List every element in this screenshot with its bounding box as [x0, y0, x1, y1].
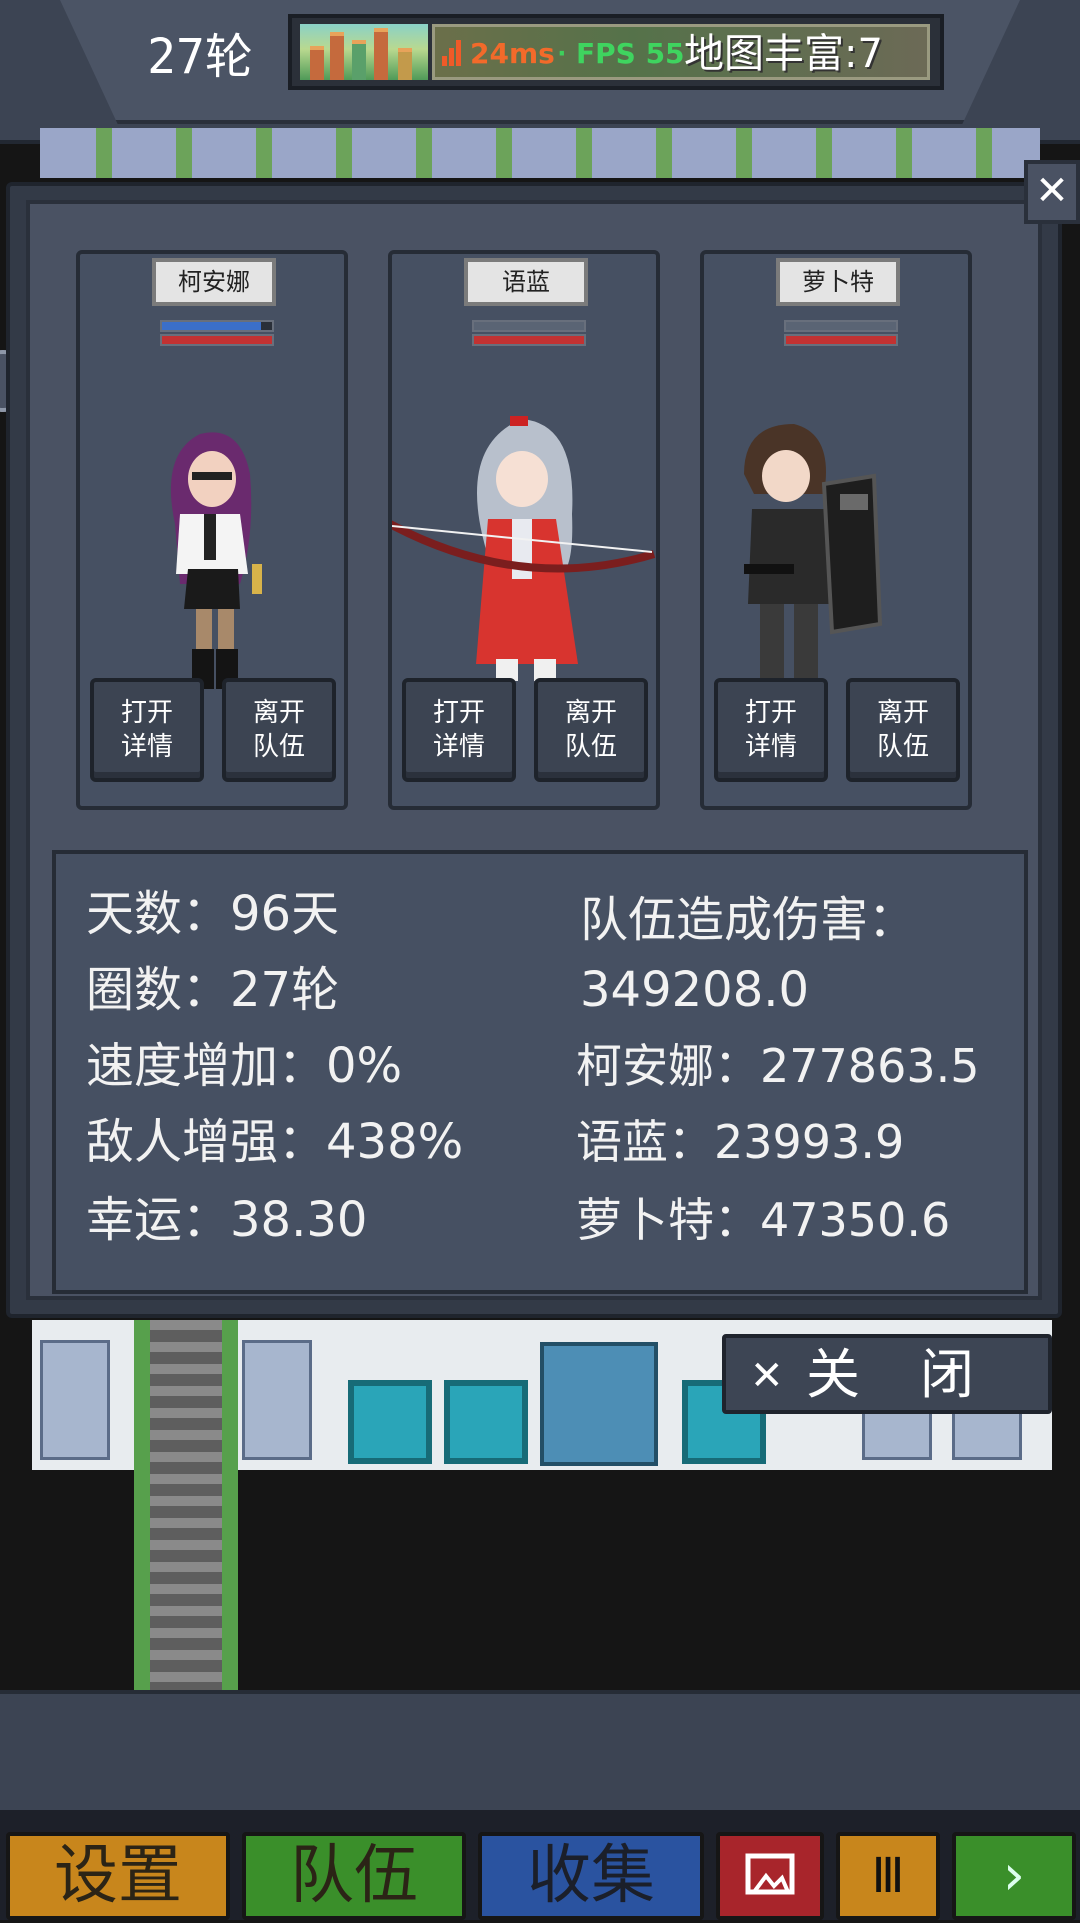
- round-counter: 27轮: [147, 29, 253, 85]
- map-scenery-top: [40, 128, 1040, 178]
- close-icon[interactable]: ✕: [1024, 160, 1080, 224]
- rail-track: [134, 1320, 238, 1700]
- member-card-3: 萝卜特 打开 详情 离开 队伍: [700, 250, 972, 810]
- button-label: 离开: [876, 698, 929, 728]
- signal-icon: [442, 38, 462, 66]
- top-hud: 27轮 24ms · FPS 55 地图丰富:7: [0, 0, 1080, 144]
- hp-bar: [160, 320, 274, 332]
- lower-panel: [0, 1690, 1080, 1814]
- hp-bar: [784, 320, 898, 332]
- gallery-icon: [745, 1853, 795, 1895]
- hp-bar: [472, 320, 586, 332]
- button-label: 详情: [120, 732, 173, 762]
- team-label: 队伍: [290, 1839, 418, 1913]
- map-thumbnail: [300, 24, 428, 80]
- team-damage-value: 349208.0: [580, 962, 810, 1018]
- button-label: 队伍: [564, 732, 617, 762]
- button-label: 队伍: [252, 732, 305, 762]
- stat-laps: 圈数：27轮: [86, 962, 340, 1018]
- stat-days: 天数：96天: [86, 886, 340, 942]
- button-label: 离开: [252, 698, 305, 728]
- gallery-button[interactable]: [716, 1832, 824, 1920]
- open-details-button[interactable]: 打开 详情: [402, 678, 516, 782]
- button-label: 离开: [564, 698, 617, 728]
- chevron-right-icon: ›: [1002, 1843, 1026, 1908]
- member-damage-2: 语蓝：23993.9: [576, 1115, 905, 1169]
- member-damage-1: 柯安娜：277863.5: [576, 1039, 980, 1093]
- button-label: 打开: [744, 698, 797, 728]
- button-label: 详情: [744, 732, 797, 762]
- stat-speed: 速度增加：0%: [86, 1038, 403, 1094]
- leave-team-button[interactable]: 离开 队伍: [222, 678, 336, 782]
- button-label: 队伍: [876, 732, 929, 762]
- character-sprite: [170, 432, 262, 689]
- stats-panel: 天数：96天 圈数：27轮 速度增加：0% 敌人增强：438% 幸运：38.30…: [52, 850, 1028, 1294]
- open-details-button[interactable]: 打开 详情: [90, 678, 204, 782]
- button-label: 详情: [432, 732, 485, 762]
- team-button[interactable]: 队伍: [242, 1832, 466, 1920]
- collect-label: 收集: [527, 1839, 655, 1913]
- member-name: 语蓝: [464, 258, 588, 306]
- latency-readout: 24ms: [470, 37, 555, 70]
- pause-icon: Ⅲ: [871, 1848, 905, 1904]
- map-richness: 地图丰富:7: [684, 31, 883, 77]
- energy-bar: [472, 334, 586, 346]
- collect-button[interactable]: 收集: [478, 1832, 704, 1920]
- pause-button[interactable]: Ⅲ: [836, 1832, 940, 1920]
- member-card-1: 柯安娜 打开 详情 离开 队伍: [76, 250, 348, 810]
- settings-label: 设置: [54, 1839, 182, 1913]
- stat-enemy-boost: 敌人增强：438%: [86, 1114, 464, 1170]
- button-label: 打开: [432, 698, 485, 728]
- button-label: 打开: [120, 698, 173, 728]
- energy-bar: [784, 334, 898, 346]
- leave-team-button[interactable]: 离开 队伍: [534, 678, 648, 782]
- member-damage-3: 萝卜特：47350.6: [576, 1193, 951, 1247]
- perf-separator: ·: [554, 39, 570, 69]
- open-details-button[interactable]: 打开 详情: [714, 678, 828, 782]
- close-button[interactable]: ✕ 关闭: [722, 1334, 1052, 1414]
- fps-readout: FPS 55: [576, 37, 685, 70]
- energy-bar: [160, 334, 274, 346]
- team-damage-label: 队伍造成伤害：: [580, 892, 917, 948]
- member-card-2: 语蓝 打开 详情 离开 队伍: [388, 250, 660, 810]
- character-sprite: [392, 416, 656, 681]
- close-label: 关闭: [806, 1343, 1034, 1406]
- member-name: 萝卜特: [776, 258, 900, 306]
- character-sprite: [744, 424, 883, 684]
- next-button[interactable]: ›: [952, 1832, 1076, 1920]
- map-banner[interactable]: 24ms · FPS 55 地图丰富:7: [288, 14, 944, 90]
- settings-button[interactable]: 设置: [6, 1832, 230, 1920]
- leave-team-button[interactable]: 离开 队伍: [846, 678, 960, 782]
- member-name: 柯安娜: [152, 258, 276, 306]
- stat-luck: 幸运：38.30: [86, 1192, 368, 1248]
- close-icon: ✕: [750, 1353, 784, 1399]
